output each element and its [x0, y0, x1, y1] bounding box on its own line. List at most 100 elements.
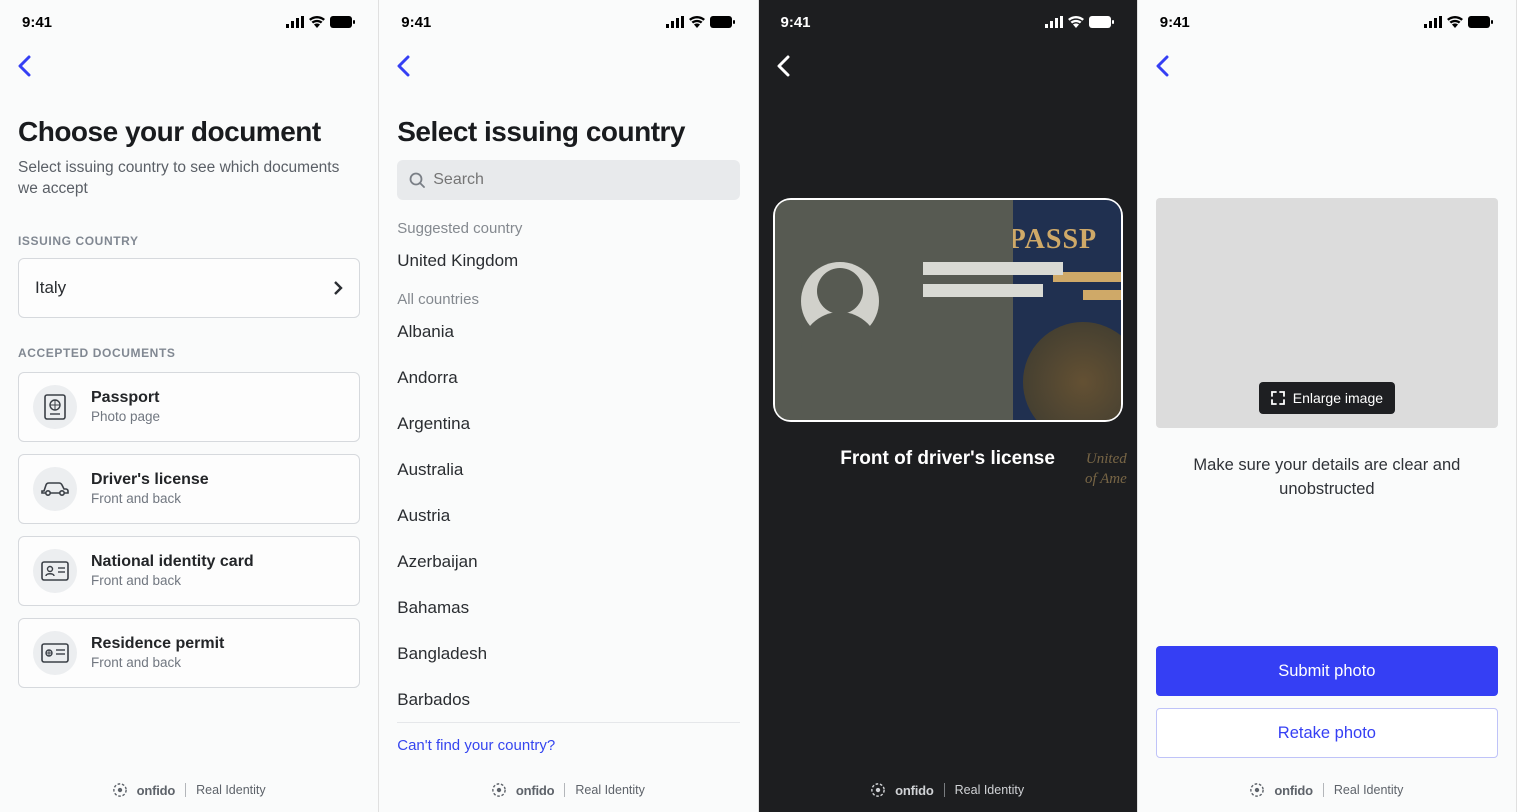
search-icon [409, 172, 425, 188]
id-card-icon [33, 549, 77, 593]
back-button[interactable] [1148, 52, 1176, 80]
status-indicators [286, 16, 356, 28]
issuing-country-label: ISSUING COUNTRY [18, 234, 360, 248]
brand-divider [185, 783, 186, 797]
content-area: Select issuing country Suggested country… [379, 88, 757, 768]
signal-icon [666, 16, 684, 28]
doc-subtitle: Front and back [91, 491, 209, 506]
search-input[interactable] [433, 171, 727, 189]
status-bar: 9:41 [1138, 0, 1516, 44]
country-item[interactable]: Argentina [397, 400, 739, 446]
passport-subtext: United of Ame [1085, 450, 1127, 489]
country-item[interactable]: Bangladesh [397, 630, 739, 676]
search-field[interactable] [397, 160, 739, 200]
expand-icon [1271, 391, 1285, 405]
country-item-suggested[interactable]: United Kingdom [397, 237, 739, 283]
selected-country-value: Italy [35, 278, 66, 298]
brand-name: onfido [895, 783, 934, 798]
status-indicators [1045, 16, 1115, 28]
action-buttons: Submit photo Retake photo [1156, 646, 1498, 768]
brand-tagline: Real Identity [955, 783, 1024, 797]
status-bar: 9:41 [759, 0, 1137, 44]
status-bar: 9:41 [379, 0, 757, 44]
status-time: 9:41 [781, 14, 811, 31]
retake-photo-button[interactable]: Retake photo [1156, 708, 1498, 758]
screen-choose-document: 9:41 Choose your document Select issuing… [0, 0, 379, 812]
brand-tagline: Real Identity [196, 783, 265, 797]
brand-footer: onfido Real Identity [0, 768, 378, 812]
brand-name: onfido [137, 783, 176, 798]
suggested-country-label: Suggested country [397, 220, 739, 237]
issuing-country-selector[interactable]: Italy [18, 258, 360, 318]
country-item[interactable]: Australia [397, 446, 739, 492]
wifi-icon [309, 16, 325, 28]
battery-icon [710, 16, 736, 28]
back-button[interactable] [389, 52, 417, 80]
brand-tagline: Real Identity [1334, 783, 1403, 797]
chevron-right-icon [333, 280, 343, 296]
country-item[interactable]: Albania [397, 308, 739, 354]
document-option-national-id[interactable]: National identity card Front and back [18, 536, 360, 606]
document-option-drivers-license[interactable]: Driver's license Front and back [18, 454, 360, 524]
brand-divider [564, 783, 565, 797]
country-item[interactable]: Barbados [397, 676, 739, 718]
camera-viewport: PASSP Front of driver's license United o… [759, 88, 1137, 768]
avatar-placeholder-icon [801, 262, 879, 340]
doc-title: Residence permit [91, 635, 224, 653]
wifi-icon [1447, 16, 1463, 28]
country-item[interactable]: Austria [397, 492, 739, 538]
battery-icon [330, 16, 356, 28]
doc-subtitle: Front and back [91, 573, 254, 588]
status-time: 9:41 [1160, 14, 1190, 31]
screen-select-country: 9:41 Select issuing country Suggested co… [379, 0, 758, 812]
page-title: Choose your document [18, 116, 360, 148]
brand-name: onfido [516, 783, 555, 798]
battery-icon [1468, 16, 1494, 28]
document-capture-frame: PASSP [773, 198, 1123, 422]
content-area: Enlarge image Make sure your details are… [1138, 88, 1516, 768]
brand-tagline: Real Identity [575, 783, 644, 797]
enlarge-label: Enlarge image [1293, 390, 1383, 406]
onfido-logo-icon [871, 783, 885, 797]
back-button[interactable] [10, 52, 38, 80]
document-option-residence-permit[interactable]: Residence permit Front and back [18, 618, 360, 688]
brand-footer: onfido Real Identity [1138, 768, 1516, 812]
signal-icon [286, 16, 304, 28]
page-title: Select issuing country [397, 116, 739, 148]
doc-title: National identity card [91, 553, 254, 571]
content-area: Choose your document Select issuing coun… [0, 88, 378, 768]
screen-review-photo: 9:41 Enlarge image Make sure your detail… [1138, 0, 1517, 812]
wifi-icon [1068, 16, 1084, 28]
brand-name: onfido [1274, 783, 1313, 798]
document-option-passport[interactable]: Passport Photo page [18, 372, 360, 442]
nav-bar [759, 44, 1137, 88]
onfido-logo-icon [113, 783, 127, 797]
nav-bar [0, 44, 378, 88]
screen-capture-front: 9:41 PASSP Front of driver's license [759, 0, 1138, 812]
page-subtitle: Select issuing country to see which docu… [18, 158, 360, 200]
country-item[interactable]: Bahamas [397, 584, 739, 630]
cant-find-country-link[interactable]: Can't find your country? [397, 722, 739, 768]
country-item[interactable]: Azerbaijan [397, 538, 739, 584]
accepted-documents-label: ACCEPTED DOCUMENTS [18, 346, 360, 360]
doc-title: Driver's license [91, 471, 209, 489]
brand-divider [1323, 783, 1324, 797]
enlarge-image-button[interactable]: Enlarge image [1259, 382, 1395, 414]
passport-label: PASSP [1009, 224, 1098, 256]
signal-icon [1424, 16, 1442, 28]
doc-subtitle: Photo page [91, 409, 160, 424]
passport-background: PASSP [1003, 198, 1123, 422]
onfido-logo-icon [1250, 783, 1264, 797]
all-countries-label: All countries [397, 291, 739, 308]
submit-photo-button[interactable]: Submit photo [1156, 646, 1498, 696]
status-indicators [1424, 16, 1494, 28]
brand-divider [944, 783, 945, 797]
status-time: 9:41 [22, 14, 52, 31]
back-button[interactable] [769, 52, 797, 80]
battery-icon [1089, 16, 1115, 28]
nav-bar [1138, 44, 1516, 88]
permit-card-icon [33, 631, 77, 675]
passport-icon [33, 385, 77, 429]
status-bar: 9:41 [0, 0, 378, 44]
country-item[interactable]: Andorra [397, 354, 739, 400]
